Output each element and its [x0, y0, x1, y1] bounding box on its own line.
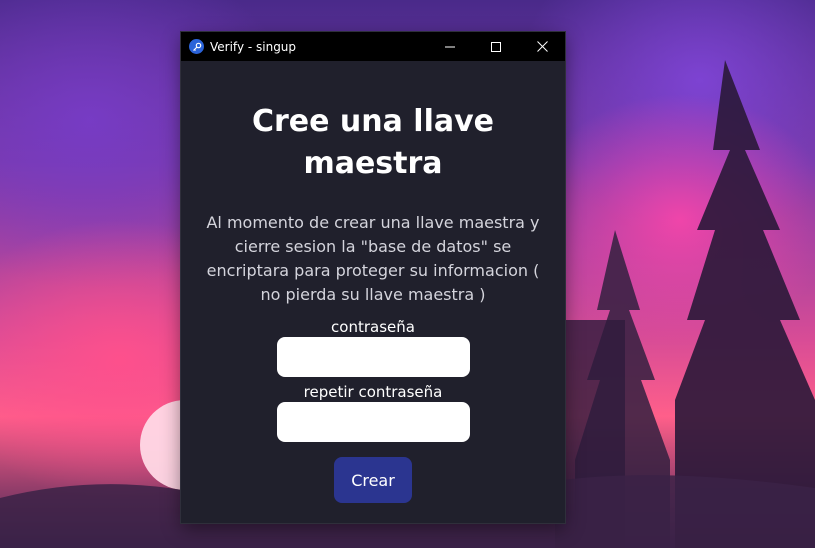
title-bar[interactable]: Verify - singup [181, 32, 565, 61]
close-icon [536, 41, 548, 52]
close-button[interactable] [519, 32, 565, 61]
window-title: Verify - singup [210, 39, 297, 54]
password-label: contraseña [331, 318, 415, 336]
minimize-icon [445, 46, 455, 47]
maximize-icon [491, 41, 501, 52]
password-input[interactable] [276, 337, 470, 377]
form-description: Al momento de crear una llave maestra y … [206, 213, 540, 304]
maximize-button[interactable] [473, 32, 519, 61]
verify-window: Verify - singup Cree una llave maestra A… [181, 32, 565, 523]
repeat-password-input[interactable] [276, 402, 470, 442]
create-button[interactable]: Crear [334, 457, 412, 503]
repeat-password-label: repetir contraseña [303, 383, 443, 401]
desktop-wallpaper: Verify - singup Cree una llave maestra A… [0, 0, 815, 548]
key-icon [189, 39, 204, 54]
signup-form: Cree una llave maestra Al momento de cre… [181, 101, 565, 503]
page-title: Cree una llave maestra [251, 104, 495, 181]
minimize-button[interactable] [427, 32, 473, 61]
